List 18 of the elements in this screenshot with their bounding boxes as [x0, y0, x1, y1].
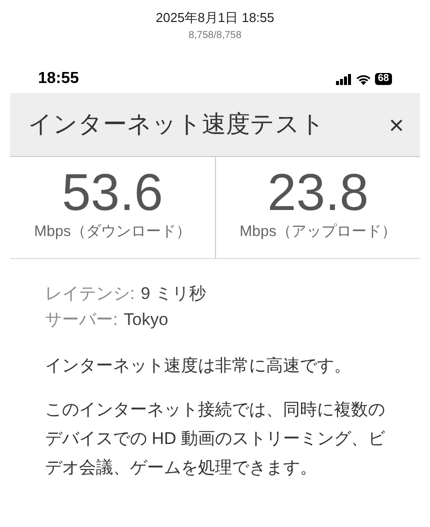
- detail-value: Tokyo: [124, 308, 168, 330]
- signal-icon: [336, 74, 352, 84]
- capture-counter: 8,758/8,758: [188, 29, 242, 43]
- capture-datetime: 2025年8月1日 18:55: [156, 9, 274, 27]
- speed-unit: Mbps（ダウンロード）: [34, 222, 191, 242]
- speed-value: 23.8: [267, 167, 369, 219]
- speed-value: 53.6: [62, 167, 164, 219]
- status-time: 18:55: [38, 69, 79, 89]
- panel-title: インターネット速度テスト: [28, 110, 325, 140]
- summary-text: インターネット速度は非常に高速です。: [45, 354, 352, 376]
- close-button[interactable]: ×: [388, 112, 404, 138]
- detail-label: サーバー:: [45, 308, 118, 330]
- detail-label: レイテンシ:: [45, 282, 135, 304]
- battery-indicator: 68: [374, 73, 392, 85]
- wifi-icon: [356, 74, 371, 84]
- speed-unit: Mbps（アップロード）: [240, 222, 396, 242]
- description-text: このインターネット接続では、同時に複数のデバイスでの HD 動画のストリーミング、ビデオ会議、ゲームを処理できます。: [45, 398, 386, 478]
- detail-value: 9 ミリ秒: [140, 282, 206, 304]
